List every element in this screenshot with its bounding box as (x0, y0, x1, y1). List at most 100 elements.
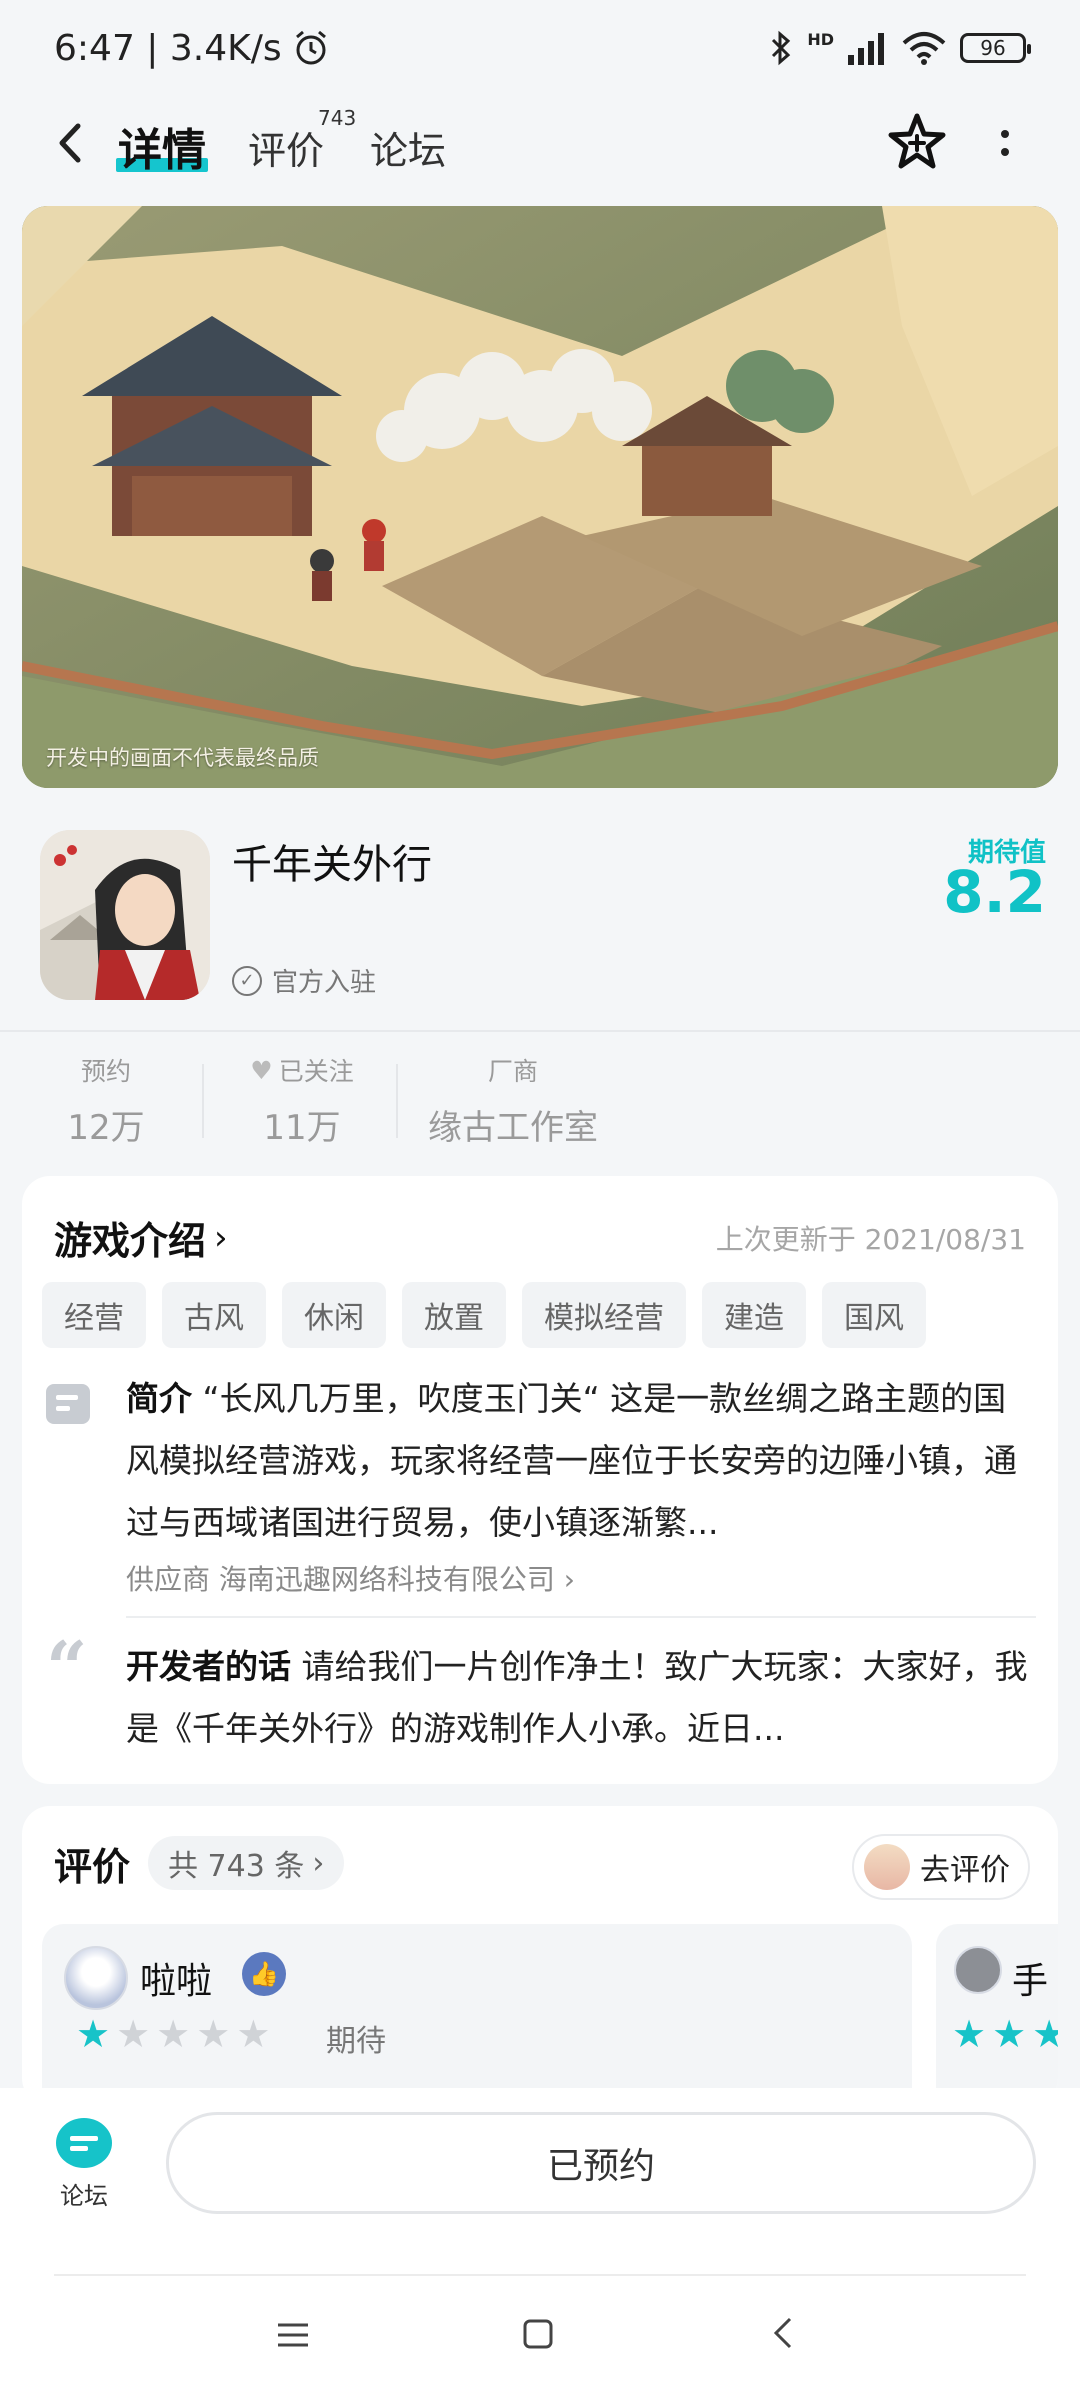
reserved-button[interactable]: 已预约 (166, 2112, 1036, 2214)
developer-note[interactable]: 开发者的话 请给我们一片创作净土！致广大玩家：大家好，我是《千年关外行》的游戏制… (126, 1636, 1036, 1760)
check-circle-icon: ✓ (232, 965, 262, 996)
supplier-link[interactable]: 供应商 海南迅趣网络科技有限公司 › (126, 1558, 575, 1598)
reviews-card: 评价 共 743 条 › 去评价 啦啦 👍 ★ ★ ★ ★ ★ 期待 手 ★ ★… (22, 1806, 1058, 2106)
alarm-icon (295, 30, 326, 65)
game-banner-image[interactable]: 开发中的画面不代表最终品质 (22, 206, 1058, 788)
review-status: 期待 (326, 2024, 386, 2059)
review-item[interactable]: 啦啦 👍 ★ ★ ★ ★ ★ 期待 (42, 1924, 912, 2106)
stat-following[interactable]: ♥ 已关注 11万 (240, 1052, 364, 1149)
banner-caption: 开发中的画面不代表最终品质 (46, 746, 319, 770)
rating-stars: ★ ★ ★ (952, 2012, 1058, 2056)
reviewer-avatar[interactable] (954, 1946, 1002, 1994)
user-avatar (864, 1844, 910, 1890)
star-filled-icon: ★ (952, 2012, 987, 2056)
official-label: 官方入驻 (272, 968, 377, 998)
game-icon-art (40, 830, 210, 1000)
reviews-count-pill[interactable]: 共 743 条 › (148, 1836, 345, 1890)
tab-forum-label: 论坛 (370, 129, 447, 173)
star-empty-icon: ★ (156, 2012, 191, 2056)
summary-body: “长风几万里，吹度玉门关“ 这是一款丝绸之路主题的国风模拟经营游戏，玩家将经营一… (126, 1379, 1017, 1542)
stat-reservations-value: 12万 (67, 1108, 145, 1148)
reviewer-name[interactable]: 手 (1012, 1952, 1048, 2004)
wifi-icon (902, 32, 946, 65)
game-intro-card: 游戏介绍 › 上次更新于 2021/08/31 经营 古风 休闲 放置 模拟经营… (22, 1176, 1058, 1784)
tag-item[interactable]: 建造 (702, 1282, 806, 1348)
more-dot-icon (1001, 148, 1009, 156)
summary-icon (46, 1384, 90, 1424)
tab-reviews-label: 评价 (248, 129, 325, 173)
heart-check-icon: ♥ (250, 1055, 273, 1085)
intro-divider (126, 1616, 1036, 1618)
last-updated: 上次更新于 2021/08/31 (715, 1223, 1026, 1256)
menu-icon[interactable] (276, 2314, 310, 2360)
forum-label: 论坛 (60, 2182, 108, 2210)
review-item[interactable]: 手 ★ ★ ★ (936, 1924, 1058, 2106)
quote-icon: “ (46, 1625, 88, 1710)
rating-stars: ★ ★ ★ ★ ★ (76, 2012, 270, 2056)
star-empty-icon: ★ (196, 2012, 231, 2056)
write-review-label: 去评价 (920, 1853, 1010, 1888)
tag-item[interactable]: 放置 (402, 1282, 506, 1348)
reserved-label: 已预约 (546, 2146, 655, 2187)
top-nav: 详情 评价 743 论坛 (0, 96, 1080, 192)
write-review-button[interactable]: 去评价 (852, 1834, 1030, 1900)
stat-reservations: 预约 12万 (56, 1052, 156, 1149)
star-empty-icon: ★ (236, 2012, 271, 2056)
developer-note-label: 开发者的话 (126, 1647, 291, 1686)
status-bar: 6:47 | 3.4K/s HD 96 (0, 0, 1080, 96)
section-divider (0, 1030, 1080, 1032)
summary-label: 简介 (126, 1379, 192, 1418)
reviews-count-label: 共 743 条 (168, 1849, 305, 1884)
banner-illustration (22, 206, 1058, 788)
game-title: 千年关外行 (232, 842, 432, 888)
bottom-action-bar: 论坛 已预约 (0, 2088, 1080, 2400)
stat-separator (396, 1064, 398, 1138)
official-badge: ✓ 官方入驻 (232, 962, 376, 999)
game-icon[interactable] (40, 830, 210, 1000)
intro-section-title[interactable]: 游戏介绍 › (54, 1210, 228, 1265)
stat-following-label: 已关注 (278, 1057, 354, 1086)
tag-item[interactable]: 国风 (822, 1282, 926, 1348)
stat-following-value: 11万 (263, 1108, 341, 1148)
star-filled-icon: ★ (1032, 2012, 1058, 2056)
tag-item[interactable]: 休闲 (282, 1282, 386, 1348)
star-outline-icon (888, 113, 946, 169)
intro-title-label: 游戏介绍 (54, 1219, 207, 1263)
star-filled-icon: ★ (992, 2012, 1027, 2056)
reviews-section-title: 评价 (54, 1836, 130, 1891)
summary-text[interactable]: 简介 “长风几万里，吹度玉门关“ 这是一款丝绸之路主题的国风模拟经营游戏，玩家将… (126, 1368, 1036, 1554)
forum-button[interactable]: 论坛 (56, 2118, 112, 2211)
system-back-icon[interactable] (770, 2314, 796, 2360)
status-time: 6:47 | 3.4K/s (54, 27, 282, 69)
nav-divider (54, 2274, 1026, 2276)
home-icon[interactable] (522, 2314, 554, 2360)
thumbs-up-badge-icon: 👍 (242, 1952, 286, 1996)
more-options-button[interactable] (990, 118, 1020, 168)
stat-developer[interactable]: 厂商 缘古工作室 (418, 1052, 608, 1149)
signal-hd-label: HD (807, 30, 834, 49)
reviews-title-label: 评价 (54, 1845, 131, 1889)
battery-indicator: 96 (960, 33, 1031, 63)
chevron-left-icon (59, 123, 81, 163)
signal-icon (848, 33, 884, 65)
tab-details[interactable]: 详情 (116, 114, 208, 178)
tab-details-label: 详情 (118, 125, 206, 176)
tag-item[interactable]: 模拟经营 (522, 1282, 686, 1348)
stat-developer-label: 厂商 (487, 1057, 538, 1086)
reviewer-avatar[interactable] (64, 1946, 128, 2010)
more-dot-icon (1001, 130, 1009, 138)
star-empty-icon: ★ (116, 2012, 151, 2056)
chevron-right-icon: › (214, 1217, 228, 1258)
forum-chat-icon (56, 2118, 112, 2168)
tab-reviews[interactable]: 评价 (248, 120, 324, 175)
tag-item[interactable]: 古风 (162, 1282, 266, 1348)
stat-separator (202, 1064, 204, 1138)
expectation-score: 8.2 (943, 858, 1046, 926)
reviews-count-badge: 743 (318, 106, 357, 130)
favorite-button[interactable] (884, 110, 950, 176)
back-button[interactable] (50, 118, 100, 168)
tag-item[interactable]: 经营 (42, 1282, 146, 1348)
tab-forum[interactable]: 论坛 (370, 120, 446, 175)
reviewer-name[interactable]: 啦啦 (140, 1952, 212, 2004)
star-filled-icon: ★ (76, 2012, 111, 2056)
